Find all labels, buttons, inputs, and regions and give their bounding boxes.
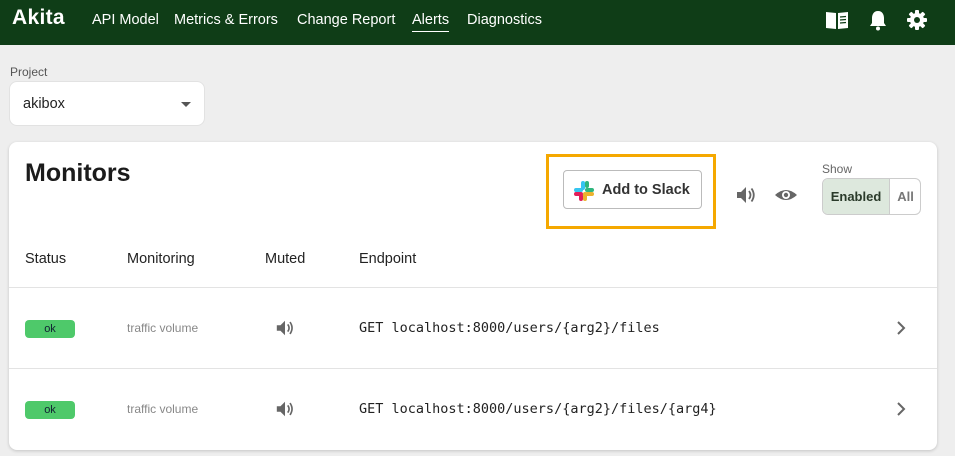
show-filter-label: Show (822, 162, 853, 176)
bell-icon[interactable] (865, 9, 891, 31)
column-header-monitoring: Monitoring (127, 251, 195, 267)
slack-icon (574, 181, 594, 201)
table-row[interactable]: ok traffic volume GET localhost:8000/use… (9, 368, 937, 449)
endpoint-path: GET localhost:8000/users/{arg2}/files/{a… (359, 401, 717, 417)
nav-change-report[interactable]: Change Report (297, 12, 395, 28)
nav-metrics-errors[interactable]: Metrics & Errors (174, 12, 278, 28)
endpoint-path: GET localhost:8000/users/{arg2}/files (359, 320, 660, 336)
chevron-right-icon[interactable] (894, 320, 908, 336)
column-header-muted: Muted (265, 251, 306, 267)
book-icon[interactable] (824, 9, 850, 31)
show-enabled-option[interactable]: Enabled (823, 179, 889, 214)
status-badge: ok (25, 401, 75, 419)
table-row[interactable]: ok traffic volume GET localhost:8000/use… (9, 287, 937, 368)
eye-icon[interactable] (774, 185, 798, 205)
add-to-slack-button[interactable]: Add to Slack (563, 170, 702, 209)
speaker-icon[interactable] (735, 184, 757, 206)
project-value: akibox (23, 96, 65, 112)
nav-alerts[interactable]: Alerts (412, 12, 450, 32)
project-select[interactable]: akibox (9, 81, 205, 126)
gear-icon[interactable] (904, 9, 930, 31)
column-header-status: Status (25, 251, 67, 267)
nav-diagnostics[interactable]: Diagnostics (467, 12, 542, 28)
chevron-down-icon (181, 102, 191, 107)
status-badge: ok (25, 320, 75, 338)
show-filter-toggle: Enabled All (822, 178, 921, 215)
nav-api-model[interactable]: API Model (92, 12, 159, 28)
monitoring-type: traffic volume (127, 321, 199, 335)
top-nav-bar: Akita API Model Metrics & Errors Change … (0, 0, 955, 45)
chevron-right-icon[interactable] (894, 401, 908, 417)
monitors-card: Monitors Add to Slack Show Enabled All S… (9, 142, 937, 450)
monitors-title: Monitors (25, 159, 131, 187)
add-to-slack-label: Add to Slack (602, 182, 690, 198)
speaker-icon[interactable] (275, 318, 295, 338)
speaker-icon[interactable] (275, 399, 295, 419)
monitoring-type: traffic volume (127, 402, 199, 416)
akita-logo[interactable]: Akita (12, 6, 65, 30)
project-label: Project (10, 65, 48, 79)
column-header-endpoint: Endpoint (359, 251, 417, 267)
show-all-option[interactable]: All (889, 179, 920, 214)
